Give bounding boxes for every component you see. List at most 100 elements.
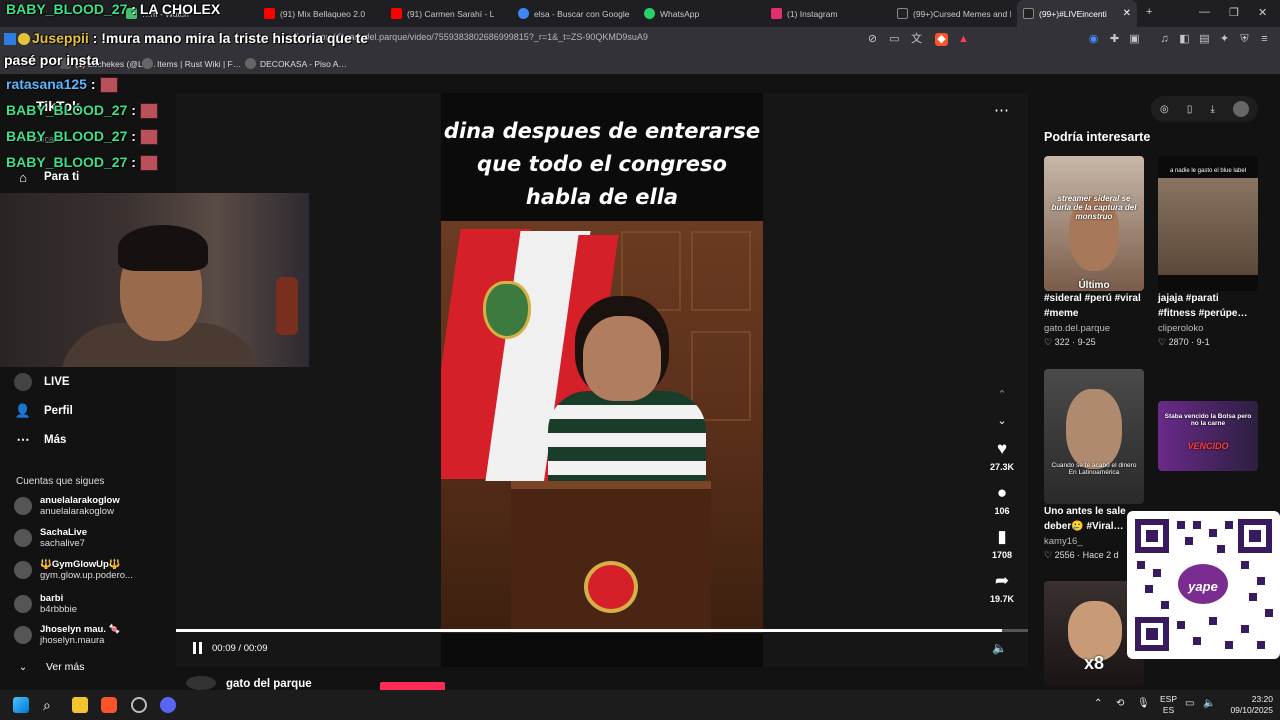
following-account[interactable]: barbi b4rbbbie (14, 593, 77, 615)
maximize-icon[interactable]: ❐ (1229, 6, 1239, 19)
author-name[interactable]: gato del parque (226, 678, 312, 690)
tiktok-favicon-icon (897, 8, 908, 19)
following-account[interactable]: anuelalarakoglow anuelalarakoglow (14, 495, 120, 517)
tab-active[interactable]: (99+)#LIVEincenti ✕ (1017, 0, 1137, 27)
suggestion-likes: 322 (1054, 337, 1070, 347)
youtube-favicon-icon (391, 8, 402, 19)
brave-browser-icon[interactable] (101, 697, 117, 713)
volume-icon[interactable]: 🔈 (1203, 698, 1215, 709)
tab[interactable]: (99+)Cursed Memes and I (891, 0, 1011, 27)
next-video-button[interactable]: ⌄ (984, 411, 1020, 431)
user-avatar[interactable] (1232, 101, 1249, 117)
extensions-icon[interactable]: ✚ (1108, 33, 1121, 46)
live-icon (14, 373, 32, 391)
search-icon[interactable]: ⌕ (43, 697, 59, 713)
avatar (14, 626, 32, 644)
suggestion-thumbnail: Cuando se te acabó el dinero En Latinoam… (1044, 369, 1144, 504)
chat-user: Juseppii (32, 30, 89, 46)
video-frame[interactable]: dina despues de enterarse que todo el co… (441, 93, 763, 667)
tab-label: (1) Instagram (787, 8, 838, 19)
tab[interactable]: (1) Instagram (765, 0, 885, 27)
save-button[interactable]: ▮ 1708 (984, 527, 1020, 560)
close-window-icon[interactable]: ✕ (1258, 6, 1267, 19)
reader-icon[interactable]: ⊘ (866, 33, 879, 46)
time-total: 00:09 (243, 643, 268, 654)
download-icon[interactable]: ⤓ (1210, 104, 1214, 115)
close-tab-icon[interactable]: ✕ (1123, 8, 1131, 19)
tiktok-page: TikTok ⌕ Buscar ⌂ Para ti LIVE 👤 Perfil ⋯ Má… (0, 74, 1280, 692)
chevron-down-icon: ⌄ (18, 661, 28, 673)
vpn-icon[interactable]: ⛨ (1238, 33, 1251, 46)
sidebar-item-perfil[interactable]: 👤 Perfil (14, 402, 73, 420)
video-progress-bar[interactable] (176, 629, 1028, 632)
display-icon[interactable]: ▭ (1185, 698, 1194, 709)
network-icon[interactable]: ⟲ (1116, 698, 1124, 709)
suggestion-date: 9-25 (1077, 337, 1096, 347)
account-handle: anuelalarakoglow (40, 506, 114, 517)
screenshot-icon[interactable]: ▭ (888, 33, 901, 46)
tab[interactable]: elsa - Buscar con Google (512, 0, 632, 27)
tray-chevron-icon[interactable]: ⌃ (1094, 698, 1102, 709)
chat-message: BABY_BLOOD_27 : LA CHOLEX (6, 1, 221, 17)
account-handle: gym.glow.up.podero... (40, 570, 133, 581)
see-more-button[interactable]: ⌄ Ver más (14, 658, 85, 676)
sidebar-item-mas[interactable]: ⋯ Más (14, 431, 67, 449)
wallet-icon[interactable]: ▣ (1128, 33, 1141, 46)
minimize-icon[interactable]: — (1199, 6, 1210, 18)
avatar (14, 529, 32, 547)
previous-video-button[interactable]: ⌃ (984, 385, 1020, 405)
music-icon[interactable]: ♫ (1158, 33, 1171, 46)
badge-icon (18, 33, 30, 46)
like-button[interactable]: ♥ 27.3K (984, 439, 1020, 472)
phone-icon[interactable]: ▯ (1187, 104, 1193, 115)
obs-icon[interactable] (131, 697, 147, 713)
emblem-icon (584, 561, 638, 613)
microphone-icon[interactable]: 🎙 (1137, 698, 1150, 709)
tab-label: (99+)Cursed Memes and I (913, 8, 1011, 19)
following-account[interactable]: SachaLive sachalive7 (14, 527, 87, 549)
comment-button[interactable]: ● 106 (984, 483, 1020, 516)
video-player[interactable]: dina despues de enterarse que todo el co… (176, 93, 1028, 667)
share-button[interactable]: ➦ 19.7K (984, 571, 1020, 604)
volume-icon[interactable]: 🔈 (992, 641, 1007, 655)
time-current: 00:09 (212, 643, 236, 654)
leo-icon[interactable]: ✦ (1218, 33, 1231, 46)
bookmark-icon: ▮ (997, 527, 1007, 546)
account-name: Jhoselyn mau. 🍬 (40, 624, 121, 635)
suggestions-title: Podría interesarte (1044, 130, 1151, 144)
webcam-overlay (0, 193, 309, 367)
brave-rewards-icon[interactable]: ▲ (957, 33, 970, 46)
translate-icon[interactable]: 文 (910, 33, 923, 46)
video-actions: ⌃ ⌄ ♥ 27.3K ● 106 ▮ 1708 ➦ 19.7K (984, 93, 1020, 667)
coin-icon[interactable]: ◎ (1160, 104, 1169, 115)
see-more-label: Ver más (46, 661, 85, 673)
suggestion-card[interactable]: streamer sideral se burla de la captura … (1044, 156, 1144, 348)
following-account[interactable]: 🔱GymGlowUp🔱 gym.glow.up.podero... (14, 559, 133, 581)
chat-message: BABY_BLOOD_27 : (6, 154, 158, 172)
new-tab-button[interactable]: + (1146, 6, 1152, 18)
wallet-icon-2[interactable]: ▤ (1198, 33, 1211, 46)
menu-icon[interactable]: ≡ (1258, 33, 1271, 46)
sidebar-item-live[interactable]: LIVE (14, 373, 70, 391)
author-avatar[interactable] (186, 676, 216, 690)
suggestion-card[interactable]: Staba vencido la Bolsa pero no la carne … (1158, 401, 1258, 471)
chat-user: BABY_BLOOD_27 (6, 128, 128, 144)
brave-shield-icon[interactable]: ◆ (935, 33, 948, 46)
language-indicator[interactable]: ESP ES (1160, 694, 1177, 716)
clock[interactable]: 23:20 09/10/2025 (1223, 694, 1273, 716)
account-name: barbi (40, 593, 64, 604)
tab[interactable]: WhatsApp (638, 0, 758, 27)
file-explorer-icon[interactable] (72, 697, 88, 713)
windows-start-icon[interactable] (13, 697, 29, 713)
suggestion-author: gato.del.parque (1044, 323, 1111, 334)
tab[interactable]: (91) Mix Bellaqueo 2.0 (258, 0, 378, 27)
profile-icon: 👤 (14, 403, 32, 418)
following-account[interactable]: Jhoselyn mau. 🍬 jhoselyn.maura (14, 624, 120, 646)
voice-icon[interactable]: ◉ (1087, 33, 1100, 46)
tab[interactable]: (91) Carmen Sarahí - L (385, 0, 505, 27)
account-name: SachaLive (40, 527, 87, 538)
suggestion-card[interactable]: a nadie le gasto el blue label jajaja #p… (1158, 156, 1258, 348)
discord-icon[interactable] (160, 697, 176, 713)
pause-icon[interactable] (192, 642, 203, 654)
sidebar-toggle-icon[interactable]: ◧ (1178, 33, 1191, 46)
